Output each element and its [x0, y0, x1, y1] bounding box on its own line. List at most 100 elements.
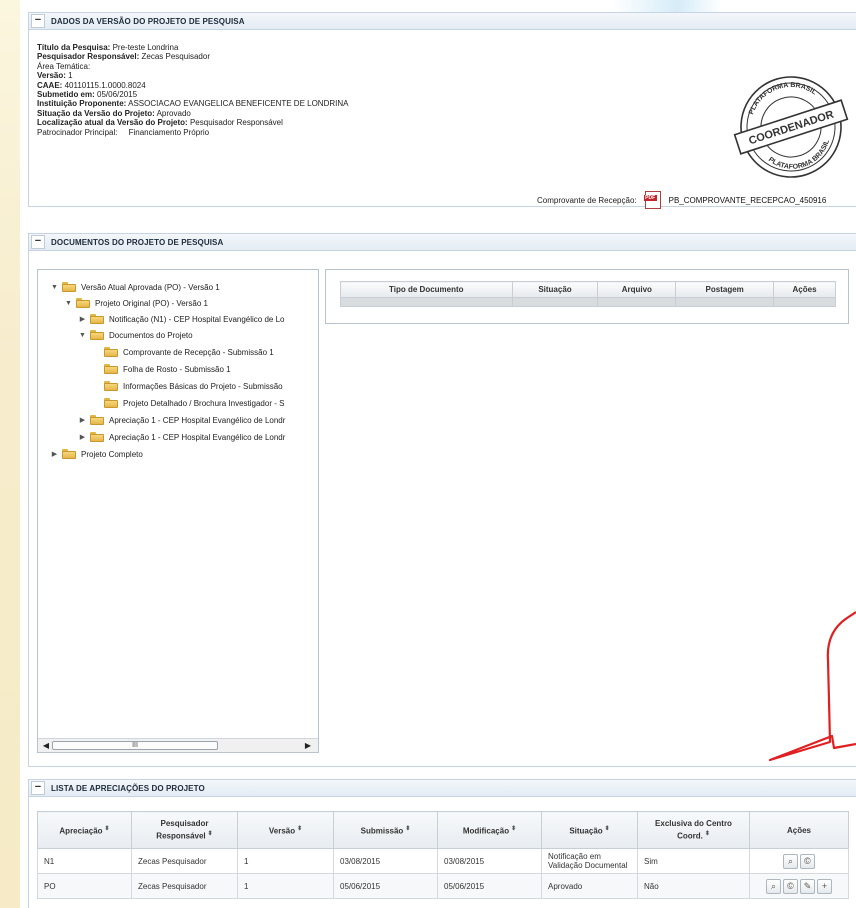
collapse-triangle-icon[interactable]: ▼ [50, 283, 59, 292]
expand-triangle-icon[interactable]: ▶ [78, 416, 87, 425]
table-row: PO Zecas Pesquisador 1 05/06/2015 05/06/… [37, 873, 849, 899]
documents-table-container: Tipo de Documento Situação Arquivo Posta… [325, 269, 849, 324]
view-opinion-icon[interactable]: © [800, 853, 815, 869]
tree-node[interactable]: Informações Básicas do Projeto - Submiss… [104, 379, 283, 393]
field-value-situacao: Aprovado [156, 108, 191, 118]
cell-exclusiva: Não [637, 873, 750, 899]
scrollbar-thumb[interactable]: III [52, 741, 218, 750]
folder-icon [90, 415, 104, 425]
cell-submissao: 05/06/2015 [333, 873, 438, 899]
panel-header: − DOCUMENTOS DO PROJETO DE PESQUISA [29, 234, 856, 251]
column-header-apreciacao[interactable]: Apreciação ⬍ [37, 811, 132, 849]
sort-icon[interactable]: ⬍ [105, 826, 110, 832]
sort-icon[interactable]: ⬍ [208, 831, 213, 837]
collapse-triangle-icon[interactable]: ▼ [64, 299, 73, 308]
tree-node-label: Notificação (N1) - CEP Hospital Evangéli… [109, 314, 285, 324]
column-header-versao[interactable]: Versão ⬍ [237, 811, 334, 849]
field-value-caae: 40110115.1.0000.8024 [64, 80, 146, 90]
field-label-pesquisador: Pesquisador Responsável: [37, 52, 140, 62]
tree-node[interactable]: ▶ Apreciação 1 - CEP Hospital Evangélico … [78, 413, 285, 427]
collapse-triangle-icon[interactable]: ▼ [78, 331, 87, 340]
column-header-postagem[interactable]: Postagem [675, 281, 775, 298]
tree-node-label: Apreciação 1 - CEP Hospital Evangélico d… [109, 415, 286, 425]
column-header-situacao[interactable]: Situação [511, 281, 599, 298]
column-header-submissao[interactable]: Submissão ⬍ [333, 811, 438, 849]
tree-node-label: Projeto Completo [81, 449, 143, 459]
folder-icon [90, 314, 104, 324]
expand-triangle-icon[interactable]: ▶ [78, 315, 87, 324]
tree-node[interactable]: Projeto Detalhado / Brochura Investigado… [104, 396, 284, 410]
field-label-situacao: Situação da Versão do Projeto: [37, 108, 155, 118]
view-details-icon[interactable]: ⌕ [783, 853, 798, 869]
collapse-toggle-button[interactable]: − [31, 235, 45, 249]
column-header-tipo[interactable]: Tipo de Documento [340, 281, 513, 298]
column-header-pesquisador[interactable]: Pesquisador Responsável ⬍ [131, 811, 238, 849]
pdf-icon-label: PDF [643, 195, 657, 201]
tree-node[interactable]: ▶ Notificação (N1) - CEP Hospital Evangél… [78, 312, 285, 326]
appraisals-panel: − LISTA DE APRECIAÇÕES DO PROJETO Apreci… [28, 779, 856, 908]
folder-icon [104, 398, 118, 408]
field-label-instituicao: Instituição Proponente: [37, 99, 127, 109]
sort-icon[interactable]: ⬍ [511, 826, 516, 832]
field-value-instituicao: ASSOCIACAO EVANGELICA BENEFICENTE DE LON… [128, 99, 349, 109]
column-header-exclusiva[interactable]: Exclusiva do Centro Coord. ⬍ [637, 811, 750, 849]
view-details-icon[interactable]: ⌕ [766, 878, 781, 894]
tree-node-label: Comprovante de Recepção - Submissão 1 [123, 347, 274, 357]
collapse-toggle-button[interactable]: − [31, 781, 45, 795]
column-header-modificacao[interactable]: Modificação ⬍ [437, 811, 542, 849]
expand-triangle-icon[interactable]: ▶ [50, 450, 59, 459]
cell-versao: 1 [237, 873, 334, 899]
sort-icon[interactable]: ⬍ [405, 826, 410, 832]
cell-pesquisador: Zecas Pesquisador [131, 848, 238, 874]
documents-table: Tipo de Documento Situação Arquivo Posta… [340, 281, 836, 307]
field-label-submetido: Submetido em: [37, 90, 95, 100]
project-version-panel: − DADOS DA VERSÃO DO PROJETO DE PESQUISA… [28, 12, 856, 209]
field-value-titulo: Pre-teste Londrina [112, 43, 179, 52]
scroll-right-icon[interactable]: ▶ [304, 741, 312, 750]
tree-node[interactable]: Folha de Rosto - Submissão 1 [104, 362, 231, 376]
panel-header: − DADOS DA VERSÃO DO PROJETO DE PESQUISA [29, 13, 856, 30]
coordenador-stamp: PLATAFORMA BRASIL PLATAFORMA BRASIL COOR… [733, 73, 849, 179]
pdf-icon[interactable]: PDF [643, 191, 661, 209]
cell-versao: 1 [237, 848, 334, 874]
sort-icon[interactable]: ⬍ [297, 826, 302, 832]
folder-icon [104, 381, 118, 391]
folder-icon [62, 449, 76, 459]
edit-icon[interactable]: ✎ [800, 878, 815, 894]
collapse-toggle-button[interactable]: − [31, 14, 45, 28]
folder-icon [62, 282, 76, 292]
cell-modificacao: 05/06/2015 [437, 873, 542, 899]
cell-modificacao: 03/08/2015 [437, 848, 542, 874]
tree-node[interactable]: Comprovante de Recepção - Submissão 1 [104, 345, 274, 359]
sort-icon[interactable]: ⬍ [605, 826, 610, 832]
cell-exclusiva: Sim [637, 848, 750, 874]
tree-node[interactable]: ▼ Documentos do Projeto [78, 328, 193, 342]
view-opinion-icon[interactable]: © [783, 878, 798, 894]
panel-header: − LISTA DE APRECIAÇÕES DO PROJETO [29, 780, 856, 797]
scroll-left-icon[interactable]: ◀ [42, 741, 50, 750]
tree-node-label: Informações Básicas do Projeto - Submiss… [123, 381, 283, 391]
field-label-versao: Versão: [37, 71, 66, 81]
folder-icon [90, 432, 104, 442]
sort-icon[interactable]: ⬍ [705, 831, 710, 837]
cell-apreciacao: N1 [37, 848, 132, 874]
expand-triangle-icon[interactable]: ▶ [78, 433, 87, 442]
tree-node[interactable]: ▼ Versão Atual Aprovada (PO) - Versão 1 [50, 280, 220, 294]
project-documents-panel: − DOCUMENTOS DO PROJETO DE PESQUISA ▼ Ver… [28, 233, 856, 767]
documents-tree[interactable]: ▼ Versão Atual Aprovada (PO) - Versão 1 ▼… [37, 269, 319, 753]
column-header-situacao[interactable]: Situação ⬍ [541, 811, 638, 849]
field-value-pesquisador: Zecas Pesquisador [141, 52, 210, 62]
horizontal-scrollbar[interactable]: ◀ III ▶ [38, 738, 318, 752]
cell-acoes: ⌕ © [749, 848, 849, 874]
tree-node-label: Documentos do Projeto [109, 330, 193, 340]
tree-node-label: Folha de Rosto - Submissão 1 [123, 364, 231, 374]
column-header-acoes: Ações [749, 811, 849, 849]
column-header-arquivo[interactable]: Arquivo [597, 281, 677, 298]
receipt-file-link[interactable]: PB_COMPROVANTE_RECEPCAO_450916 [669, 196, 827, 205]
tree-node-label: Apreciação 1 - CEP Hospital Evangélico d… [109, 432, 286, 442]
tree-node-label: Projeto Original (PO) - Versão 1 [95, 298, 208, 308]
add-icon[interactable]: + [817, 878, 832, 894]
tree-node[interactable]: ▼ Projeto Original (PO) - Versão 1 [64, 296, 208, 310]
tree-node[interactable]: ▶ Apreciação 1 - CEP Hospital Evangélico … [78, 430, 285, 444]
tree-node[interactable]: ▶ Projeto Completo [50, 447, 143, 461]
